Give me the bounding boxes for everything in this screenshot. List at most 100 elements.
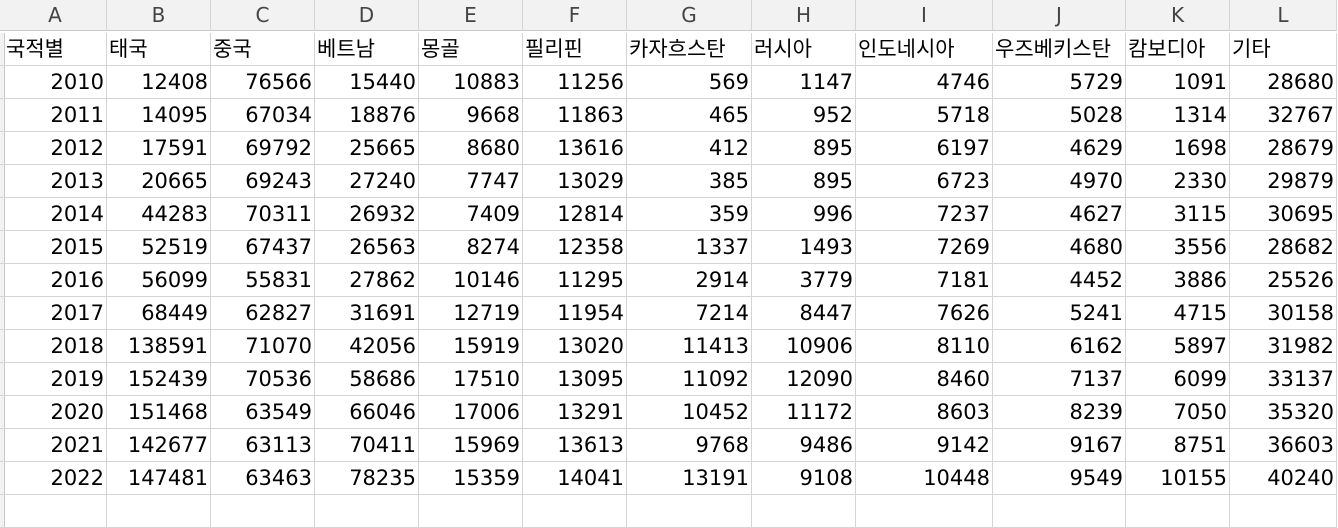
column-header-A[interactable]: A xyxy=(4,0,107,31)
table-cell[interactable]: 952 xyxy=(752,99,856,132)
table-cell[interactable]: 30695 xyxy=(1230,198,1337,231)
empty-cell[interactable] xyxy=(211,495,315,528)
table-cell[interactable]: 8680 xyxy=(419,132,523,165)
table-cell[interactable]: 10448 xyxy=(856,462,993,495)
table-cell[interactable]: 3115 xyxy=(1126,198,1230,231)
table-cell[interactable]: 25665 xyxy=(315,132,419,165)
table-cell[interactable]: 11295 xyxy=(523,264,627,297)
table-cell[interactable]: 385 xyxy=(627,165,752,198)
table-cell[interactable]: 78235 xyxy=(315,462,419,495)
table-cell[interactable]: 1091 xyxy=(1126,66,1230,99)
table-cell[interactable]: 31982 xyxy=(1230,330,1337,363)
cell-header-D[interactable]: 베트남 xyxy=(315,33,419,66)
table-cell[interactable]: 15919 xyxy=(419,330,523,363)
table-cell[interactable]: 2330 xyxy=(1126,165,1230,198)
table-cell[interactable]: 9108 xyxy=(752,462,856,495)
table-cell[interactable]: 4627 xyxy=(993,198,1126,231)
table-cell[interactable]: 66046 xyxy=(315,396,419,429)
table-cell[interactable]: 63463 xyxy=(211,462,315,495)
table-cell[interactable]: 2015 xyxy=(4,231,107,264)
table-cell[interactable]: 138591 xyxy=(107,330,211,363)
table-cell[interactable]: 10452 xyxy=(627,396,752,429)
table-cell[interactable]: 2010 xyxy=(4,66,107,99)
table-cell[interactable]: 67034 xyxy=(211,99,315,132)
table-cell[interactable]: 9167 xyxy=(993,429,1126,462)
column-header-I[interactable]: I xyxy=(856,0,993,31)
table-cell[interactable]: 5897 xyxy=(1126,330,1230,363)
empty-cell[interactable] xyxy=(993,495,1126,528)
table-cell[interactable]: 15440 xyxy=(315,66,419,99)
column-header-F[interactable]: F xyxy=(523,0,627,31)
table-cell[interactable]: 9668 xyxy=(419,99,523,132)
table-cell[interactable]: 70536 xyxy=(211,363,315,396)
table-cell[interactable]: 30158 xyxy=(1230,297,1337,330)
empty-cell[interactable] xyxy=(627,495,752,528)
cell-header-G[interactable]: 카자흐스탄 xyxy=(627,33,752,66)
table-cell[interactable]: 9142 xyxy=(856,429,993,462)
table-cell[interactable]: 76566 xyxy=(211,66,315,99)
table-cell[interactable]: 7409 xyxy=(419,198,523,231)
table-cell[interactable]: 8274 xyxy=(419,231,523,264)
table-cell[interactable]: 67437 xyxy=(211,231,315,264)
table-cell[interactable]: 13616 xyxy=(523,132,627,165)
column-header-E[interactable]: E xyxy=(419,0,523,31)
empty-cell[interactable] xyxy=(523,495,627,528)
table-cell[interactable]: 7137 xyxy=(993,363,1126,396)
column-header-K[interactable]: K xyxy=(1126,0,1230,31)
table-cell[interactable]: 63549 xyxy=(211,396,315,429)
table-cell[interactable]: 15359 xyxy=(419,462,523,495)
column-header-B[interactable]: B xyxy=(107,0,211,31)
table-cell[interactable]: 44283 xyxy=(107,198,211,231)
table-cell[interactable]: 28680 xyxy=(1230,66,1337,99)
empty-cell[interactable] xyxy=(315,495,419,528)
table-cell[interactable]: 152439 xyxy=(107,363,211,396)
empty-cell[interactable] xyxy=(752,495,856,528)
table-cell[interactable]: 27240 xyxy=(315,165,419,198)
table-cell[interactable]: 29879 xyxy=(1230,165,1337,198)
table-cell[interactable]: 14041 xyxy=(523,462,627,495)
table-cell[interactable]: 9768 xyxy=(627,429,752,462)
table-cell[interactable]: 63113 xyxy=(211,429,315,462)
table-cell[interactable]: 2020 xyxy=(4,396,107,429)
table-cell[interactable]: 40240 xyxy=(1230,462,1337,495)
table-cell[interactable]: 36603 xyxy=(1230,429,1337,462)
cell-header-I[interactable]: 인도네시아 xyxy=(856,33,993,66)
table-cell[interactable]: 412 xyxy=(627,132,752,165)
table-cell[interactable]: 1698 xyxy=(1126,132,1230,165)
column-header-J[interactable]: J xyxy=(993,0,1126,31)
table-cell[interactable]: 10906 xyxy=(752,330,856,363)
table-cell[interactable]: 62827 xyxy=(211,297,315,330)
table-cell[interactable]: 4629 xyxy=(993,132,1126,165)
table-cell[interactable]: 359 xyxy=(627,198,752,231)
table-cell[interactable]: 5718 xyxy=(856,99,993,132)
table-cell[interactable]: 11092 xyxy=(627,363,752,396)
table-cell[interactable]: 13191 xyxy=(627,462,752,495)
table-cell[interactable]: 33137 xyxy=(1230,363,1337,396)
table-cell[interactable]: 11413 xyxy=(627,330,752,363)
table-cell[interactable]: 31691 xyxy=(315,297,419,330)
table-cell[interactable]: 12719 xyxy=(419,297,523,330)
table-cell[interactable]: 142677 xyxy=(107,429,211,462)
table-cell[interactable]: 12358 xyxy=(523,231,627,264)
table-cell[interactable]: 6162 xyxy=(993,330,1126,363)
table-cell[interactable]: 465 xyxy=(627,99,752,132)
table-cell[interactable]: 2011 xyxy=(4,99,107,132)
table-cell[interactable]: 8460 xyxy=(856,363,993,396)
column-header-C[interactable]: C xyxy=(211,0,315,31)
table-cell[interactable]: 7269 xyxy=(856,231,993,264)
table-cell[interactable]: 2012 xyxy=(4,132,107,165)
table-cell[interactable]: 70411 xyxy=(315,429,419,462)
cell-header-F[interactable]: 필리핀 xyxy=(523,33,627,66)
table-cell[interactable]: 2914 xyxy=(627,264,752,297)
table-cell[interactable]: 52519 xyxy=(107,231,211,264)
table-cell[interactable]: 2022 xyxy=(4,462,107,495)
table-cell[interactable]: 4970 xyxy=(993,165,1126,198)
table-cell[interactable]: 13613 xyxy=(523,429,627,462)
table-cell[interactable]: 1147 xyxy=(752,66,856,99)
table-cell[interactable]: 4680 xyxy=(993,231,1126,264)
table-cell[interactable]: 10883 xyxy=(419,66,523,99)
table-cell[interactable]: 4715 xyxy=(1126,297,1230,330)
column-header-D[interactable]: D xyxy=(315,0,419,31)
empty-cell[interactable] xyxy=(856,495,993,528)
table-cell[interactable]: 17591 xyxy=(107,132,211,165)
